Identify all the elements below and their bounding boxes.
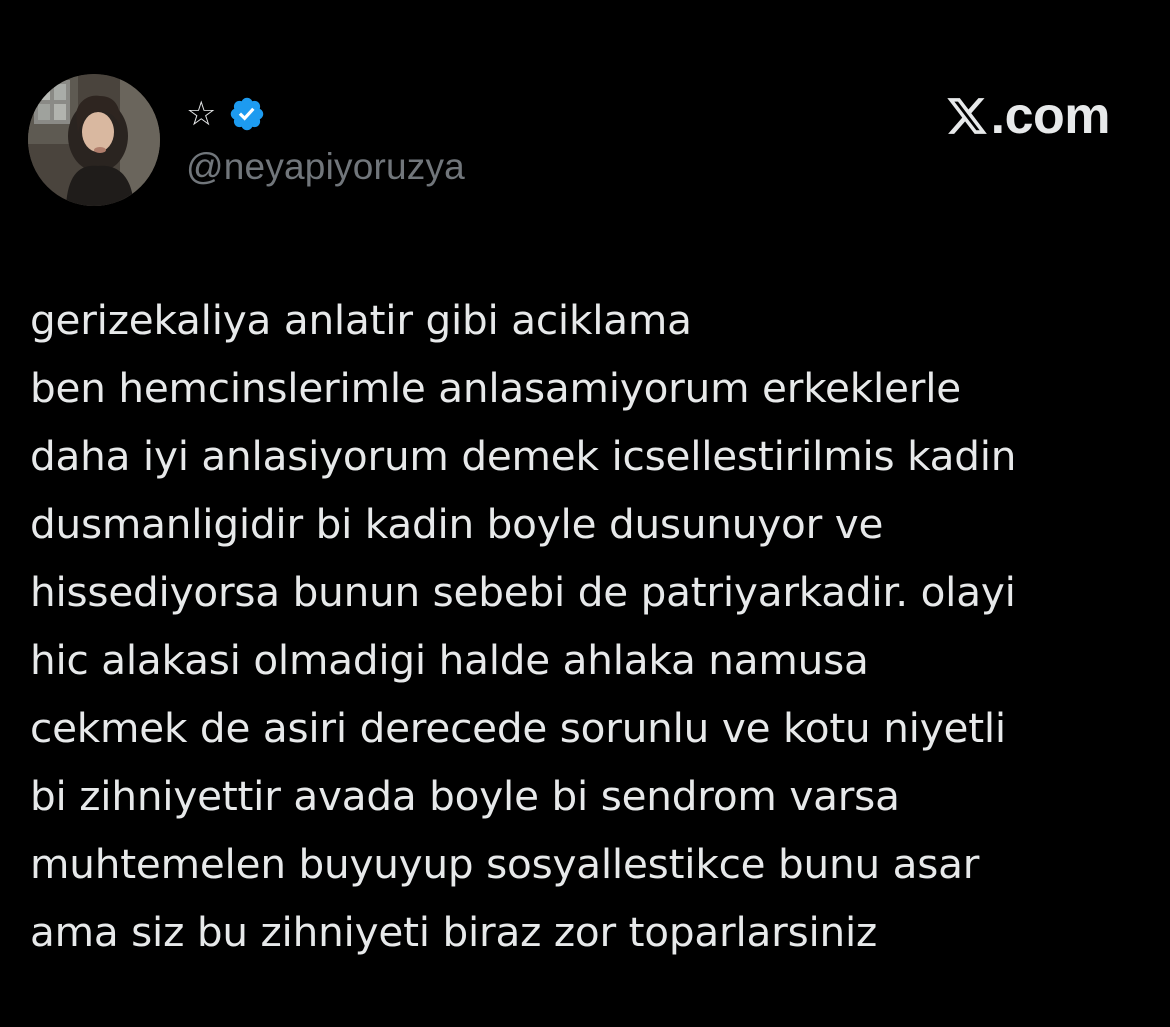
tweet-text-line: ben hemcinslerimle anlasamiyorum erkekle… <box>30 364 961 412</box>
tweet-text-line: cekmek de asiri derecede sorunlu ve kotu… <box>30 704 1006 752</box>
profile-photo-icon <box>28 74 160 206</box>
brand-watermark: .com <box>945 84 1111 148</box>
tweet-text-line: gerizekaliya anlatir gibi aciklama <box>30 296 692 344</box>
tweet-card: ☆ @neyapiyoruzya .com gerizekaliya anlat… <box>0 0 1170 1027</box>
tweet-text-line: hissediyorsa bunun sebebi de patriyarkad… <box>30 568 1016 616</box>
tweet-text-line: ama siz bu zihniyeti biraz zor toparlars… <box>30 908 878 956</box>
tweet-text-line: dusmanligidir bi kadin boyle dusunuyor v… <box>30 500 884 548</box>
x-logo-icon <box>945 92 989 140</box>
tweet-text-line: bi zihniyettir avada boyle bi sendrom va… <box>30 772 900 820</box>
author-block: ☆ @neyapiyoruzya <box>186 92 465 188</box>
user-handle[interactable]: @neyapiyoruzya <box>186 146 465 188</box>
tweet-text-line: hic alakasi olmadigi halde ahlaka namusa <box>30 636 869 684</box>
tweet-text-line: muhtemelen buyuyup sosyallestikce bunu a… <box>30 840 980 888</box>
brand-text: .com <box>990 87 1111 145</box>
verified-badge-icon <box>228 95 266 133</box>
tweet-text-line: daha iyi anlasiyorum demek icsellestiril… <box>30 432 1017 480</box>
tweet-text: gerizekaliya anlatir gibi aciklama ben h… <box>30 286 1150 966</box>
display-name[interactable]: ☆ <box>186 97 216 131</box>
name-row: ☆ <box>186 92 465 136</box>
avatar[interactable] <box>28 74 160 206</box>
